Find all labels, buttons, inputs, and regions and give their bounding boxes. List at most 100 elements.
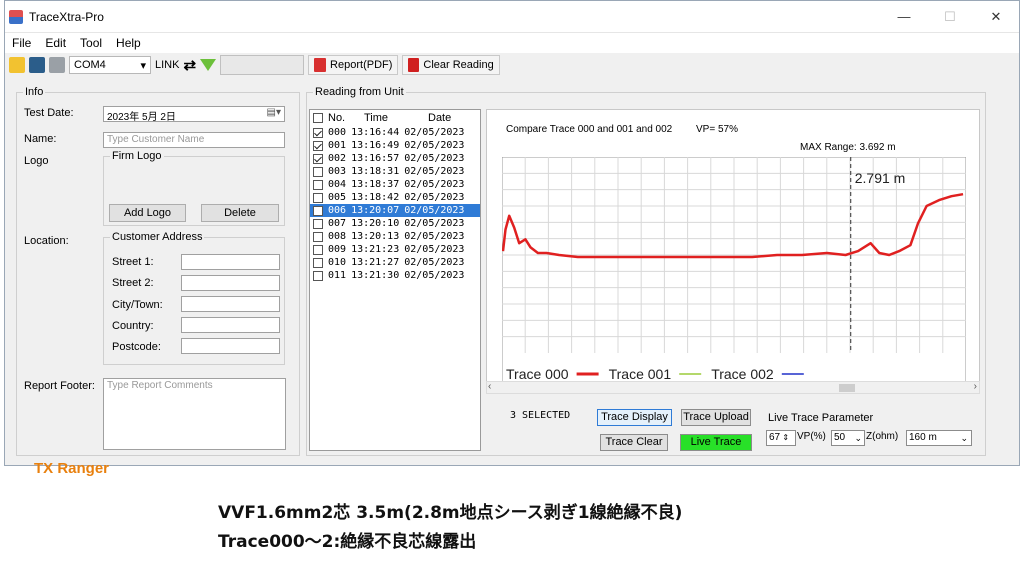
row-checkbox[interactable]: [313, 270, 323, 281]
vp-readout: VP= 57%: [696, 124, 738, 135]
minimize-button[interactable]: —: [881, 1, 927, 33]
reading-row[interactable]: 002 13:16:57 02/05/2023: [310, 152, 480, 165]
row-no: 010: [328, 257, 347, 268]
reading-row[interactable]: 007 13:20:10 02/05/2023: [310, 217, 480, 230]
row-checkbox[interactable]: [313, 140, 323, 151]
row-date: 02/05/2023: [404, 166, 465, 177]
reading-row[interactable]: 003 13:18:31 02/05/2023: [310, 165, 480, 178]
row-checkbox[interactable]: [313, 257, 323, 268]
reading-row[interactable]: 011 13:21:30 02/05/2023: [310, 269, 480, 282]
row-checkbox[interactable]: [313, 205, 323, 216]
name-label: Name:: [24, 133, 57, 145]
logo-label: Logo: [24, 155, 49, 167]
row-checkbox[interactable]: [313, 179, 323, 190]
row-checkbox[interactable]: [313, 231, 323, 242]
menu-help[interactable]: Help: [109, 36, 148, 50]
trace-chart[interactable]: 2.791 m Trace 000 Trace 001 Trace 002: [502, 157, 966, 385]
menu-file[interactable]: File: [5, 36, 38, 50]
row-no: 007: [328, 218, 347, 229]
row-time: 13:21:30: [351, 270, 400, 281]
maximize-button[interactable]: ☐: [927, 1, 973, 33]
reading-row[interactable]: 001 13:16:49 02/05/2023: [310, 139, 480, 152]
select-all-checkbox[interactable]: [313, 113, 323, 123]
street2-input[interactable]: [181, 275, 280, 291]
legend-label: Trace 000: [506, 366, 569, 382]
reading-row[interactable]: 006 13:20:07 02/05/2023: [310, 204, 480, 217]
row-checkbox[interactable]: [313, 218, 323, 229]
report-footer-textarea[interactable]: Type Report Comments: [103, 378, 286, 450]
port-select[interactable]: COM4 ▾: [69, 56, 151, 74]
trace-display-button[interactable]: Trace Display: [597, 409, 672, 426]
scroll-right-icon[interactable]: ›: [974, 381, 977, 392]
test-date-picker[interactable]: 2023年 5月 2日 ▤▾: [103, 106, 285, 123]
row-date: 02/05/2023: [404, 179, 465, 190]
street1-label: Street 1:: [112, 256, 154, 268]
download-arrow-icon[interactable]: [200, 59, 217, 71]
row-date: 02/05/2023: [404, 127, 465, 138]
window-controls: — ☐ ✕: [881, 1, 1019, 33]
scroll-left-icon[interactable]: ‹: [488, 381, 491, 392]
menu-tool[interactable]: Tool: [73, 36, 109, 50]
postcode-input[interactable]: [181, 338, 280, 354]
row-no: 009: [328, 244, 347, 255]
row-time: 13:16:49: [351, 140, 400, 151]
reading-row[interactable]: 004 13:18:37 02/05/2023: [310, 178, 480, 191]
menu-edit[interactable]: Edit: [38, 36, 73, 50]
row-checkbox[interactable]: [313, 244, 323, 255]
row-checkbox[interactable]: [313, 192, 323, 203]
link-arrows-icon[interactable]: ⇄: [183, 56, 196, 74]
z-value: 50: [834, 432, 846, 443]
customer-name-input[interactable]: Type Customer Name: [103, 132, 285, 148]
brand-logo: TX Ranger: [34, 460, 110, 477]
open-folder-icon[interactable]: [9, 57, 25, 73]
legend-label: Trace 001: [609, 366, 672, 382]
chevron-down-icon: ▾: [140, 59, 146, 72]
reading-row[interactable]: 009 13:21:23 02/05/2023: [310, 243, 480, 256]
trace-clear-button[interactable]: Trace Clear: [600, 434, 668, 451]
city-input[interactable]: [181, 296, 280, 312]
postcode-label: Postcode:: [112, 341, 161, 353]
row-date: 02/05/2023: [404, 244, 465, 255]
print-icon[interactable]: [49, 57, 65, 73]
vp-stepper[interactable]: 67 ⇕: [766, 430, 796, 446]
row-date: 02/05/2023: [404, 140, 465, 151]
link-label: LINK: [155, 59, 180, 71]
test-date-value: 2023年 5月 2日: [107, 112, 176, 123]
row-checkbox[interactable]: [313, 166, 323, 177]
chart-scrollbar[interactable]: ‹ ›: [486, 381, 980, 394]
z-select[interactable]: 50 ⌄: [831, 430, 865, 446]
row-time: 13:21:23: [351, 244, 400, 255]
max-range-readout: MAX Range: 3.692 m: [800, 142, 896, 153]
caption-line-2: Trace000～2:絶縁不良芯線露出: [218, 532, 477, 552]
clear-reading-button[interactable]: Clear Reading: [402, 55, 500, 75]
info-legend: Info: [25, 86, 44, 98]
row-checkbox[interactable]: [313, 153, 323, 164]
row-time: 13:16:44: [351, 127, 400, 138]
reading-row[interactable]: 005 13:18:42 02/05/2023: [310, 191, 480, 204]
street1-input[interactable]: [181, 254, 280, 270]
close-button[interactable]: ✕: [973, 1, 1019, 33]
row-checkbox[interactable]: [313, 127, 323, 138]
street2-label: Street 2:: [112, 277, 154, 289]
trace-upload-button[interactable]: Trace Upload: [681, 409, 751, 426]
country-input[interactable]: [181, 317, 280, 333]
scroll-thumb[interactable]: [839, 384, 855, 392]
col-date: Date: [428, 112, 452, 124]
reading-row[interactable]: 010 13:21:27 02/05/2023: [310, 256, 480, 269]
delete-logo-button[interactable]: Delete: [201, 204, 279, 222]
row-time: 13:16:57: [351, 153, 400, 164]
row-time: 13:20:10: [351, 218, 400, 229]
range-select[interactable]: 160 m ⌄: [906, 430, 972, 446]
reading-row[interactable]: 008 13:20:13 02/05/2023: [310, 230, 480, 243]
calendar-icon[interactable]: ▤▾: [267, 107, 281, 118]
add-logo-button[interactable]: Add Logo: [109, 204, 186, 222]
live-trace-button[interactable]: Live Trace: [680, 434, 752, 451]
stepper-icon[interactable]: ⇕: [780, 433, 789, 442]
vp-value: 67: [769, 432, 781, 443]
report-pdf-button[interactable]: Report(PDF): [308, 55, 399, 75]
row-date: 02/05/2023: [404, 270, 465, 281]
reading-rows: 000 13:16:44 02/05/2023 001 13:16:49 02/05/20…: [310, 126, 480, 282]
firm-logo-legend: Firm Logo: [112, 150, 162, 162]
reading-row[interactable]: 000 13:16:44 02/05/2023: [310, 126, 480, 139]
save-disk-icon[interactable]: [29, 57, 45, 73]
